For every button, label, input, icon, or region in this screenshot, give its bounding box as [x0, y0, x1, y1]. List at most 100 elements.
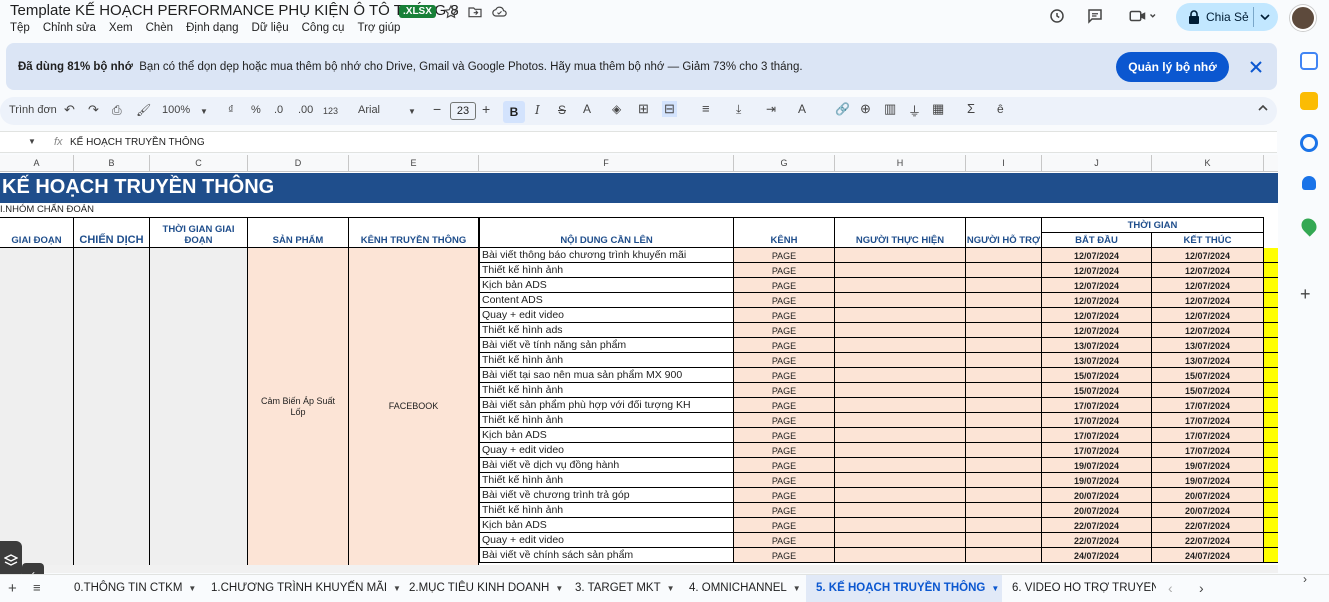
end-date-cell[interactable]: 22/07/2024 [1152, 533, 1264, 548]
bold-button[interactable]: B [503, 101, 525, 123]
support-cell[interactable] [966, 533, 1042, 548]
task-cell[interactable]: Quay + edit video [479, 443, 734, 458]
tab-chevron-icon[interactable]: ▼ [393, 584, 401, 593]
input-tools-icon[interactable]: ê [997, 102, 1004, 116]
highlight-cell[interactable] [1264, 458, 1278, 473]
table-row[interactable]: Bài viết về chính sách sản phẩm PAGE 24/07… [479, 548, 1264, 563]
document-title[interactable]: Template KẾ HOẠCH PERFORMANCE PHỤ KIỆN Ô… [10, 2, 459, 19]
channel-cell[interactable]: PAGE [734, 368, 835, 383]
channel-cell[interactable]: PAGE [734, 263, 835, 278]
table-row[interactable]: Thiết kế hình ảnh PAGE 17/07/2024 17/07/202… [479, 413, 1264, 428]
cloud-status-icon[interactable] [491, 4, 509, 22]
assignee-cell[interactable] [835, 488, 966, 503]
highlight-cell[interactable] [1264, 398, 1278, 413]
highlight-cell[interactable] [1264, 323, 1278, 338]
header-kenh[interactable]: KÊNH [734, 218, 835, 248]
zoom-select[interactable]: 100% [162, 104, 190, 116]
end-date-cell[interactable]: 19/07/2024 [1152, 473, 1264, 488]
end-date-cell[interactable]: 24/07/2024 [1152, 548, 1264, 563]
tab-omnichannel[interactable]: 4. OMNICHANNEL ▼ [689, 582, 801, 594]
task-cell[interactable]: Bài viết về dịch vụ đồng hành [479, 458, 734, 473]
tab-video-ho-tro[interactable]: 6. VIDEO HỖ TRỢ TRUYỀN T [1012, 582, 1156, 594]
decrease-decimal-button[interactable]: .0 [274, 104, 283, 116]
keep-icon[interactable] [1300, 92, 1318, 110]
start-date-cell[interactable]: 17/07/2024 [1042, 443, 1152, 458]
table-row[interactable]: Thiết kế hình ads PAGE 12/07/2024 12/07/202… [479, 323, 1264, 338]
column-header[interactable]: J [1042, 155, 1152, 172]
highlight-cell[interactable] [1264, 353, 1278, 368]
tab-chevron-icon[interactable]: ▼ [555, 584, 563, 593]
header-bat-dau[interactable]: BẮT ĐẦU [1042, 233, 1152, 248]
tab-target-mkt[interactable]: 3. TARGET MKT ▼ [575, 582, 675, 594]
tab-chevron-icon[interactable]: ▼ [793, 584, 801, 593]
tabs-scroll-right-icon[interactable]: › [1199, 580, 1204, 596]
end-date-cell[interactable]: 19/07/2024 [1152, 458, 1264, 473]
support-cell[interactable] [966, 308, 1042, 323]
table-row[interactable]: Kịch bản ADS PAGE 17/07/2024 17/07/2024 [479, 428, 1264, 443]
table-row[interactable]: Bài viết tại sao nên mua sản phẩm MX 900… [479, 368, 1264, 383]
channel-cell[interactable]: PAGE [734, 473, 835, 488]
channel-cell[interactable]: PAGE [734, 338, 835, 353]
collapse-toolbar-icon[interactable] [1258, 105, 1268, 111]
support-cell[interactable] [966, 473, 1042, 488]
task-cell[interactable]: Bài viết thông báo chương trình khuyến m… [479, 248, 734, 263]
header-thoi-gian-giai-doan[interactable]: THỜI GIAN GIAI ĐOẠN [150, 218, 248, 248]
task-cell[interactable]: Bài viết sản phẩm phù hợp với đối tượng … [479, 398, 734, 413]
tasks-icon[interactable] [1300, 134, 1318, 152]
highlight-cell[interactable] [1264, 338, 1278, 353]
menu-file[interactable]: Tệp [10, 22, 30, 34]
highlight-cell[interactable] [1264, 248, 1278, 263]
assignee-cell[interactable] [835, 368, 966, 383]
highlight-cell[interactable] [1264, 308, 1278, 323]
start-date-cell[interactable]: 22/07/2024 [1042, 533, 1152, 548]
fill-color-icon[interactable]: ◈ [612, 102, 621, 116]
task-cell[interactable]: Thiết kế hình ảnh [479, 503, 734, 518]
start-date-cell[interactable]: 17/07/2024 [1042, 398, 1152, 413]
channel-cell[interactable]: PAGE [734, 353, 835, 368]
group-label[interactable]: I.NHÓM CHẨN ĐOÁN [0, 204, 94, 215]
formula-input[interactable]: KẾ HOẠCH TRUYỀN THÔNG [70, 137, 205, 148]
assignee-cell[interactable] [835, 248, 966, 263]
highlight-cell[interactable] [1264, 263, 1278, 278]
assignee-cell[interactable] [835, 383, 966, 398]
header-giai-doan[interactable]: GIAI ĐOẠN [0, 218, 74, 248]
support-cell[interactable] [966, 263, 1042, 278]
tab-ke-hoach-truyen-thong[interactable]: 5. KẾ HOẠCH TRUYỀN THÔNG ▼ [816, 582, 999, 594]
table-row[interactable]: Bài viết thông báo chương trình khuyến m… [479, 248, 1264, 263]
highlight-cell[interactable] [1264, 473, 1278, 488]
assignee-cell[interactable] [835, 308, 966, 323]
font-size-decrease-icon[interactable]: − [433, 101, 441, 117]
tab-chevron-icon[interactable]: ▼ [188, 584, 196, 593]
table-row[interactable]: Thiết kế hình ảnh PAGE 15/07/2024 15/07/202… [479, 383, 1264, 398]
undo-icon[interactable]: ↶ [64, 102, 75, 118]
task-cell[interactable]: Bài viết về chính sách sản phẩm [479, 548, 734, 563]
highlight-cell[interactable] [1264, 428, 1278, 443]
insert-chart-icon[interactable]: ▥ [884, 101, 896, 117]
highlight-cell[interactable] [1264, 368, 1278, 383]
paint-format-icon[interactable]: 🖌 [136, 103, 151, 117]
chevron-down-icon[interactable] [1260, 14, 1270, 20]
menu-help[interactable]: Trợ giúp [357, 22, 400, 34]
menu-view[interactable]: Xem [109, 22, 133, 34]
end-date-cell[interactable]: 22/07/2024 [1152, 518, 1264, 533]
highlight-cell[interactable] [1264, 293, 1278, 308]
column-header[interactable]: K [1152, 155, 1264, 172]
column-header[interactable]: F [479, 155, 734, 172]
insert-comment-icon[interactable]: ⊕ [860, 101, 871, 117]
start-date-cell[interactable]: 12/07/2024 [1042, 248, 1152, 263]
end-date-cell[interactable]: 17/07/2024 [1152, 428, 1264, 443]
calendar-icon[interactable] [1300, 52, 1318, 70]
table-row[interactable]: Bài viết sản phẩm phù hợp với đối tượng … [479, 398, 1264, 413]
star-icon[interactable] [443, 4, 461, 22]
font-size-increase-icon[interactable]: + [482, 101, 490, 117]
support-cell[interactable] [966, 443, 1042, 458]
table-row[interactable]: Content ADS PAGE 12/07/2024 12/07/2024 [479, 293, 1264, 308]
maps-icon[interactable] [1298, 215, 1320, 237]
support-cell[interactable] [966, 338, 1042, 353]
assignee-cell[interactable] [835, 338, 966, 353]
assignee-cell[interactable] [835, 263, 966, 278]
support-cell[interactable] [966, 413, 1042, 428]
channel-cell[interactable]: FACEBOOK [349, 248, 479, 565]
font-chevron-icon[interactable]: ▼ [408, 107, 416, 116]
support-cell[interactable] [966, 353, 1042, 368]
